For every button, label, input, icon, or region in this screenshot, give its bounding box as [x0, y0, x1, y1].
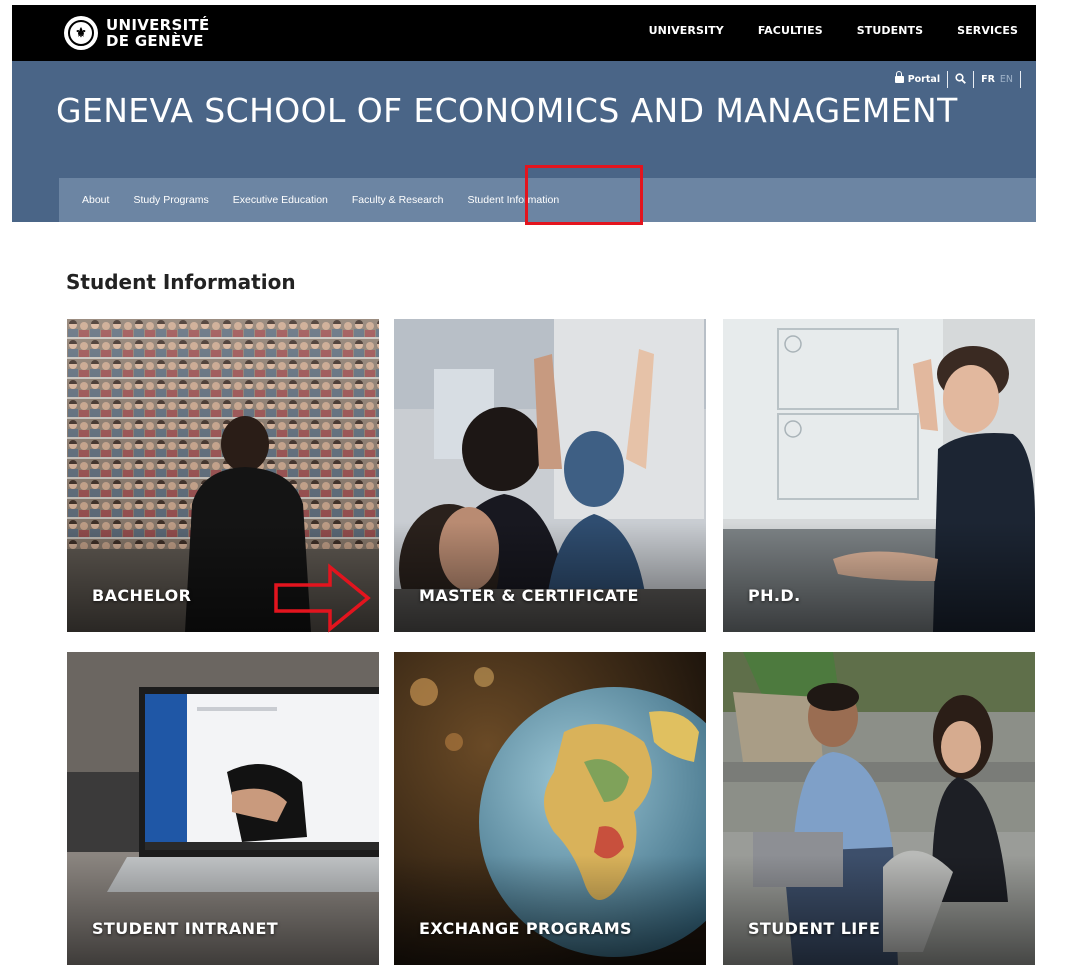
tile-shade [394, 522, 706, 632]
logo-line-1: UNIVERSITÉ [106, 16, 210, 34]
logo-line-2: DE GENÈVE [106, 32, 204, 50]
tile-label: BACHELOR [92, 586, 192, 605]
tile-label: EXCHANGE PROGRAMS [419, 919, 632, 938]
tile-label: STUDENT INTRANET [92, 919, 279, 938]
tile-master-certificate[interactable]: MASTER & CERTIFICATE [394, 319, 706, 632]
site-title[interactable]: GENEVA SCHOOL OF ECONOMICS AND MANAGEMEN… [56, 91, 958, 130]
subnav-faculty-research[interactable]: Faculty & Research [352, 194, 444, 206]
top-navigation: UNIVERSITY FACULTIES STUDENTS SERVICES [615, 24, 1018, 37]
search-icon[interactable] [955, 72, 967, 87]
tile-shade [67, 855, 379, 965]
divider [947, 71, 949, 88]
lang-fr[interactable]: FR [981, 74, 995, 85]
section-title: Student Information [66, 270, 296, 294]
subnav-study-programs[interactable]: Study Programs [133, 194, 208, 206]
portal-link[interactable]: Portal [894, 71, 941, 85]
topnav-university[interactable]: UNIVERSITY [649, 24, 724, 37]
tile-student-intranet[interactable]: STUDENT INTRANET [67, 652, 379, 965]
subnav-about[interactable]: About [82, 194, 109, 206]
topnav-services[interactable]: SERVICES [957, 24, 1018, 37]
subnav-executive-education[interactable]: Executive Education [233, 194, 328, 206]
topnav-students[interactable]: STUDENTS [857, 24, 923, 37]
divider [1020, 71, 1021, 88]
university-name: UNIVERSITÉ DE GENÈVE [106, 17, 210, 49]
tile-label: STUDENT LIFE [748, 919, 881, 938]
utility-links: Portal FR EN [894, 71, 1028, 88]
tile-label: MASTER & CERTIFICATE [419, 586, 639, 605]
annotation-arrow-icon [274, 563, 371, 633]
lock-icon [894, 71, 904, 83]
lang-en[interactable]: EN [1000, 74, 1013, 85]
tile-shade [723, 522, 1035, 632]
tile-shade [723, 855, 1035, 965]
tile-shade [394, 855, 706, 965]
university-logo[interactable]: ⚜ UNIVERSITÉ DE GENÈVE [64, 8, 210, 58]
tile-exchange-programs[interactable]: EXCHANGE PROGRAMS [394, 652, 706, 965]
university-seal-icon: ⚜ [64, 16, 98, 50]
topnav-faculties[interactable]: FACULTIES [758, 24, 823, 37]
annotation-highlight-box [525, 165, 643, 225]
tile-label: PH.D. [748, 586, 801, 605]
top-bar: ⚜ UNIVERSITÉ DE GENÈVE UNIVERSITY FACULT… [12, 5, 1036, 61]
tile-phd[interactable]: PH.D. [723, 319, 1035, 632]
divider [973, 71, 975, 88]
faculty-header: Portal FR EN GENEVA SCHOOL OF ECONOMICS … [12, 61, 1036, 222]
tile-student-life[interactable]: STUDENT LIFE [723, 652, 1035, 965]
portal-label: Portal [907, 74, 941, 85]
